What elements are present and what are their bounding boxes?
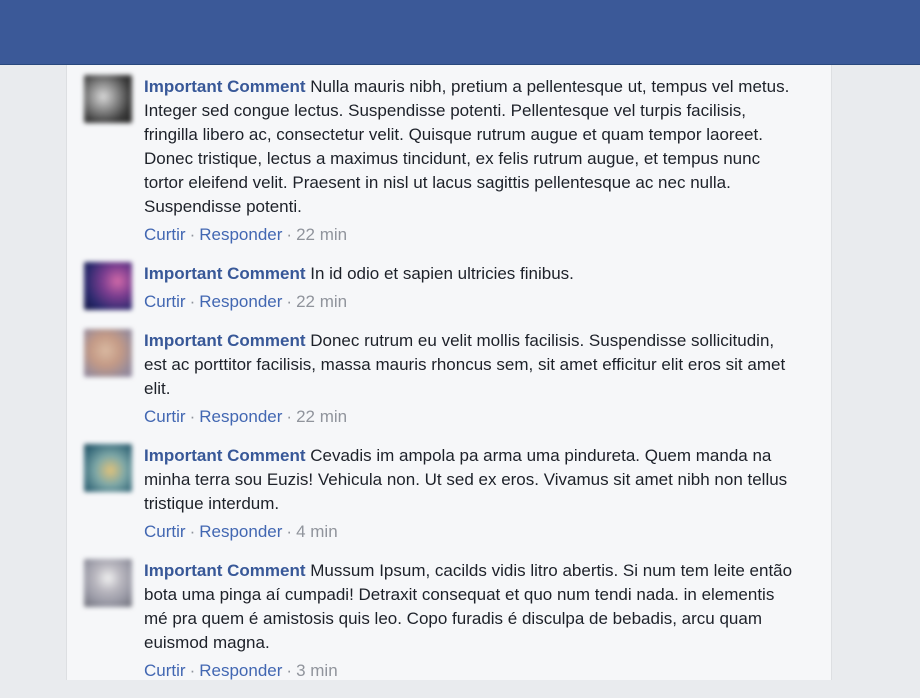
comment-timestamp[interactable]: 22 min [296,225,347,244]
comment-body: Important Comment In id odio et sapien u… [144,262,799,314]
like-link[interactable]: Curtir [144,407,186,426]
separator: · [189,407,196,426]
avatar[interactable] [84,262,132,310]
comment-body: Important Comment Donec rutrum eu velit … [144,329,799,429]
comment-text: Nulla mauris nibh, pretium a pellentesqu… [144,77,790,216]
comment-timestamp[interactable]: 3 min [296,661,338,680]
comment-item: Important Comment Cevadis im ampola pa a… [84,444,804,544]
comment-timestamp[interactable]: 22 min [296,407,347,426]
comment-actions: Curtir · Responder · 3 min [144,659,799,683]
separator: · [286,292,293,311]
comment-author[interactable]: Important Comment [144,331,306,350]
like-link[interactable]: Curtir [144,225,186,244]
comment-text-block: Important Comment Nulla mauris nibh, pre… [144,75,799,219]
reply-link[interactable]: Responder [199,522,282,541]
avatar[interactable] [84,75,132,123]
separator: · [286,522,293,541]
comment-author[interactable]: Important Comment [144,77,306,96]
comment-body: Important Comment Nulla mauris nibh, pre… [144,75,799,247]
comment-text-block: Important Comment Cevadis im ampola pa a… [144,444,799,516]
reply-link[interactable]: Responder [199,292,282,311]
separator: · [189,225,196,244]
separator: · [189,292,196,311]
comment-actions: Curtir · Responder · 4 min [144,520,799,544]
separator: · [189,661,196,680]
comments-panel: Important Comment Nulla mauris nibh, pre… [66,65,832,680]
separator: · [189,522,196,541]
separator: · [286,407,293,426]
comment-timestamp[interactable]: 22 min [296,292,347,311]
comment-author[interactable]: Important Comment [144,446,306,465]
comment-text: In id odio et sapien ultricies finibus. [310,264,574,283]
avatar[interactable] [84,329,132,377]
comment-author[interactable]: Important Comment [144,264,306,283]
comment-text-block: Important Comment Mussum Ipsum, cacilds … [144,559,799,655]
comment-item: Important Comment Mussum Ipsum, cacilds … [84,559,804,683]
reply-link[interactable]: Responder [199,661,282,680]
reply-link[interactable]: Responder [199,407,282,426]
comment-actions: Curtir · Responder · 22 min [144,290,799,314]
like-link[interactable]: Curtir [144,661,186,680]
comment-author[interactable]: Important Comment [144,561,306,580]
comment-timestamp[interactable]: 4 min [296,522,338,541]
avatar[interactable] [84,444,132,492]
comment-item: Important Comment Nulla mauris nibh, pre… [84,75,804,247]
comment-text-block: Important Comment Donec rutrum eu velit … [144,329,799,401]
separator: · [286,661,293,680]
separator: · [286,225,293,244]
comment-body: Important Comment Cevadis im ampola pa a… [144,444,799,544]
top-navigation-bar [0,0,920,65]
comment-actions: Curtir · Responder · 22 min [144,223,799,247]
avatar[interactable] [84,559,132,607]
comment-item: Important Comment Donec rutrum eu velit … [84,329,804,429]
reply-link[interactable]: Responder [199,225,282,244]
comment-list: Important Comment Nulla mauris nibh, pre… [84,75,804,698]
like-link[interactable]: Curtir [144,292,186,311]
comment-actions: Curtir · Responder · 22 min [144,405,799,429]
comment-text-block: Important Comment In id odio et sapien u… [144,262,799,286]
like-link[interactable]: Curtir [144,522,186,541]
comment-body: Important Comment Mussum Ipsum, cacilds … [144,559,799,683]
comment-item: Important Comment In id odio et sapien u… [84,262,804,314]
